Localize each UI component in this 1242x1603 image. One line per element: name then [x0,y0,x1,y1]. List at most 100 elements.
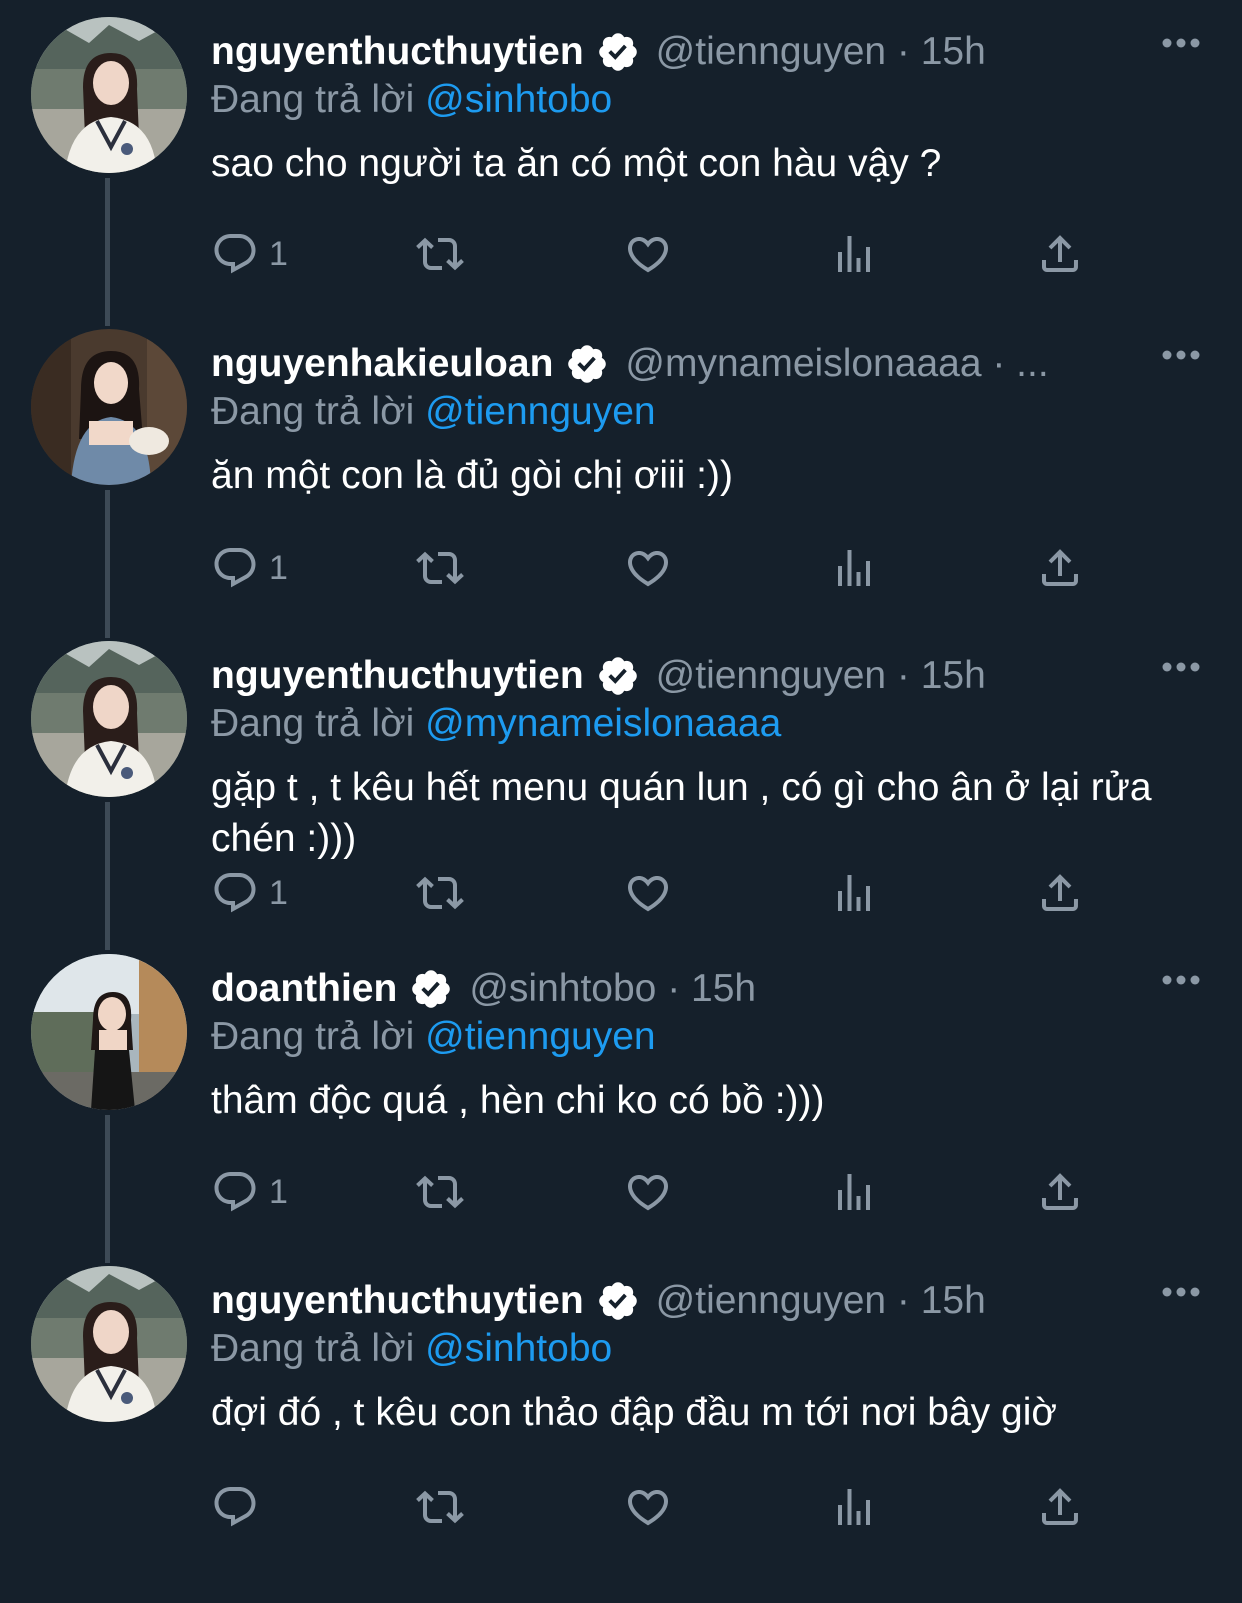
like-button[interactable] [624,542,672,594]
handle-and-time[interactable]: @tiennguyen · 15h [656,1275,986,1327]
comment-icon [211,1483,259,1531]
share-icon [1036,230,1084,278]
views-icon [830,1168,878,1216]
tweet-header: nguyenhakieuloan @mynameislonaaaa · ... [211,338,1049,390]
handle-and-time[interactable]: @mynameislonaaaa · ... [625,338,1048,390]
retweet-button[interactable] [416,228,464,280]
display-name[interactable]: nguyenthucthuytien [211,26,584,78]
tweet-text: sao cho người ta ăn có một con hàu vậy ? [211,142,942,185]
share-button[interactable] [1036,542,1084,594]
views-icon [830,544,878,592]
share-button[interactable] [1036,228,1084,280]
views-button[interactable] [830,228,878,280]
share-button[interactable] [1036,867,1084,919]
retweet-icon [416,230,464,278]
reply-count: 1 [269,234,288,273]
reply-prefix: Đang trả lời [211,78,415,121]
tweet[interactable]: nguyenthucthuytien @tiennguyen · 15h Đan… [0,1249,1242,1561]
tweet-actions: 1 [211,1166,1091,1218]
thread-line [105,178,110,326]
reply-button[interactable] [211,1481,269,1533]
like-icon [624,230,672,278]
views-button[interactable] [830,1481,878,1533]
replying-to: Đang trả lời @mynameislonaaaa [211,698,781,750]
reply-mention-link[interactable]: @sinhtobo [425,1327,612,1370]
verified-icon [596,654,640,698]
replying-to: Đang trả lời @tiennguyen [211,1011,656,1063]
share-button[interactable] [1036,1166,1084,1218]
display-name[interactable]: nguyenthucthuytien [211,650,584,702]
like-button[interactable] [624,1481,672,1533]
tweet[interactable]: doanthien @sinhtobo · 15h Đang trả lời @… [0,937,1242,1263]
views-button[interactable] [830,542,878,594]
retweet-button[interactable] [416,1166,464,1218]
display-name[interactable]: nguyenthucthuytien [211,1275,584,1327]
more-icon[interactable] [1161,971,1201,989]
avatar[interactable] [31,954,187,1110]
retweet-icon [416,1483,464,1531]
tweet[interactable]: nguyenthucthuytien @tiennguyen · 15h Đan… [0,0,1242,326]
comment-icon [211,544,259,592]
handle-and-time[interactable]: @tiennguyen · 15h [656,650,986,702]
avatar[interactable] [31,1266,187,1422]
tweet-text: ăn một con là đủ gòi chị ơiii :)) [211,454,733,497]
reply-button[interactable]: 1 [211,867,288,919]
verified-icon [596,1279,640,1323]
like-button[interactable] [624,228,672,280]
like-icon [624,544,672,592]
tweet[interactable]: nguyenthucthuytien @tiennguyen · 15h Đan… [0,624,1242,950]
replying-to: Đang trả lời @sinhtobo [211,74,612,126]
comment-icon [211,1168,259,1216]
reply-button[interactable]: 1 [211,542,288,594]
tweet-actions: 1 [211,542,1091,594]
avatar[interactable] [31,641,187,797]
thread-line [105,490,110,638]
display-name[interactable]: nguyenhakieuloan [211,338,553,390]
display-name[interactable]: doanthien [211,963,397,1015]
reply-mention-link[interactable]: @mynameislonaaaa [425,702,781,745]
tweet-header: doanthien @sinhtobo · 15h [211,963,756,1015]
retweet-icon [416,1168,464,1216]
reply-count: 1 [269,548,288,587]
avatar[interactable] [31,329,187,485]
reply-count: 1 [269,873,288,912]
like-button[interactable] [624,1166,672,1218]
views-button[interactable] [830,867,878,919]
share-icon [1036,869,1084,917]
retweet-button[interactable] [416,1481,464,1533]
reply-button[interactable]: 1 [211,1166,288,1218]
comment-icon [211,869,259,917]
verified-icon [565,342,609,386]
avatar[interactable] [31,17,187,173]
reply-mention-link[interactable]: @sinhtobo [425,78,612,121]
verified-icon [409,967,453,1011]
handle-and-time[interactable]: @sinhtobo · 15h [469,963,756,1015]
handle-and-time[interactable]: @tiennguyen · 15h [656,26,986,78]
like-icon [624,1483,672,1531]
more-icon[interactable] [1161,1283,1201,1301]
share-icon [1036,544,1084,592]
reply-button[interactable]: 1 [211,228,288,280]
more-icon[interactable] [1161,34,1201,52]
retweet-button[interactable] [416,867,464,919]
share-icon [1036,1483,1084,1531]
reply-prefix: Đang trả lời [211,702,415,745]
views-button[interactable] [830,1166,878,1218]
tweet-text: thâm độc quá , hèn chi ko có bồ :))) [211,1079,825,1122]
verified-icon [596,30,640,74]
reply-mention-link[interactable]: @tiennguyen [425,390,655,433]
tweet[interactable]: nguyenhakieuloan @mynameislonaaaa · ... … [0,312,1242,638]
reply-prefix: Đang trả lời [211,1327,415,1370]
more-icon[interactable] [1161,346,1201,364]
tweet-header: nguyenthucthuytien @tiennguyen · 15h [211,650,986,702]
tweet-header: nguyenthucthuytien @tiennguyen · 15h [211,26,986,78]
thread-line [105,802,110,950]
tweet-header: nguyenthucthuytien @tiennguyen · 15h [211,1275,986,1327]
retweet-button[interactable] [416,542,464,594]
reply-mention-link[interactable]: @tiennguyen [425,1015,655,1058]
reply-prefix: Đang trả lời [211,390,415,433]
like-button[interactable] [624,867,672,919]
retweet-icon [416,544,464,592]
share-button[interactable] [1036,1481,1084,1533]
more-icon[interactable] [1161,658,1201,676]
